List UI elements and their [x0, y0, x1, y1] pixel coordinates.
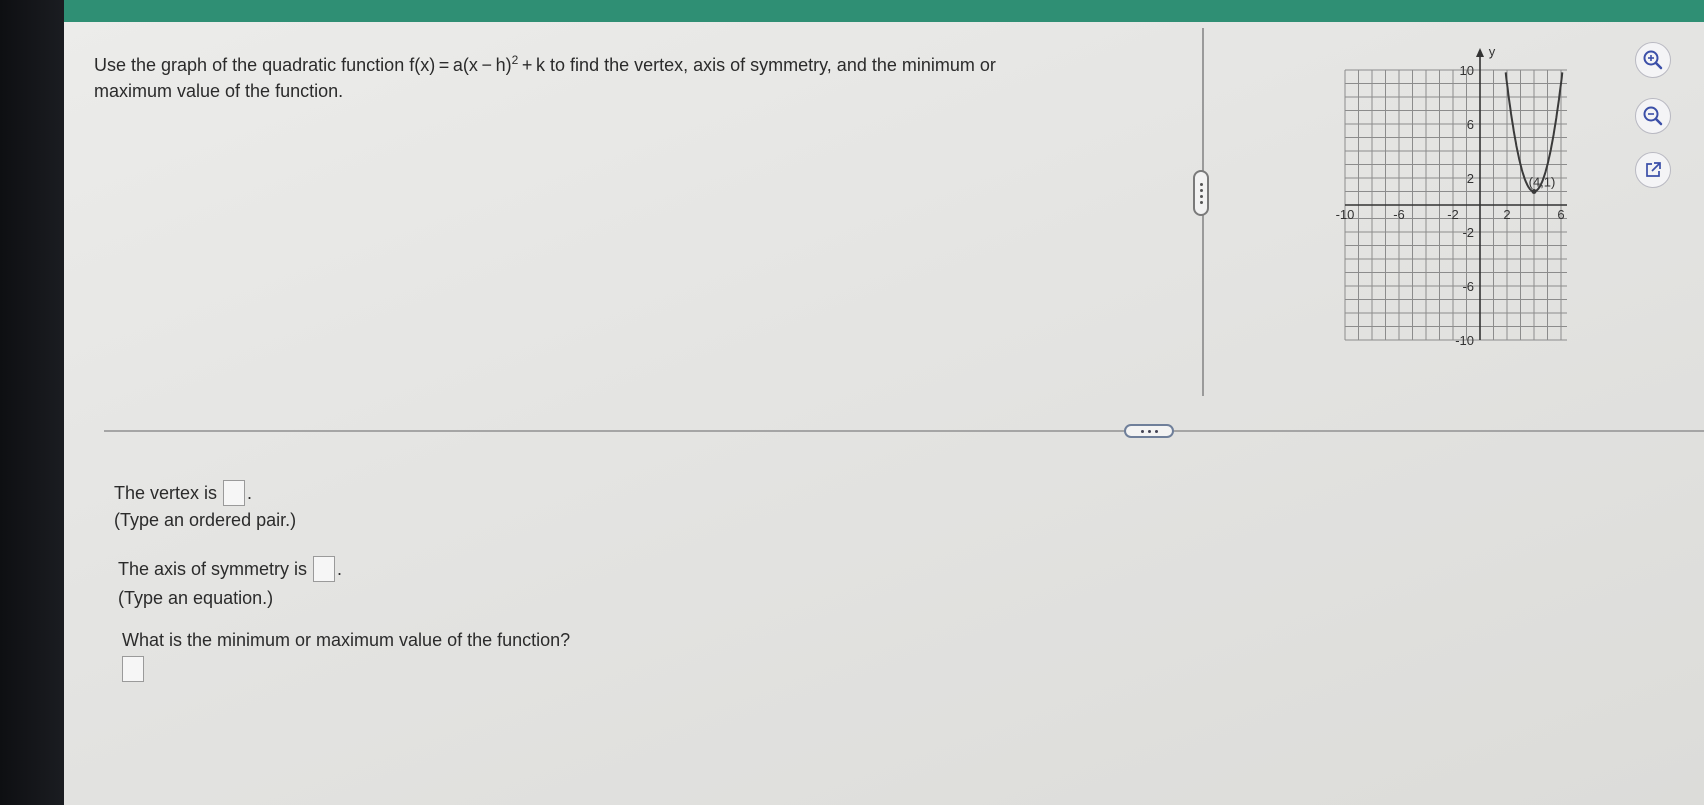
question-prefix: Use the graph of the quadratic function …: [94, 55, 512, 75]
zoom-in-button[interactable]: [1635, 42, 1671, 78]
vertex-label: (4,1): [1529, 175, 1556, 190]
top-bar: [64, 0, 1704, 22]
vertex-answer-input[interactable]: [223, 480, 246, 506]
axis-prompt: The axis of symmetry is: [118, 558, 308, 579]
question-line-2: maximum value of the function.: [94, 81, 344, 101]
vertex-prompt: The vertex is: [114, 482, 218, 503]
y-tick-label: 10: [1460, 63, 1474, 78]
y-tick-label: -10: [1455, 333, 1474, 348]
vertical-resize-handle[interactable]: [1193, 170, 1209, 216]
minmax-prompt: What is the minimum or maximum value of …: [122, 630, 571, 650]
axis-row: The axis of symmetry is .: [118, 556, 342, 582]
y-tick-label: -2: [1462, 225, 1474, 240]
y-axis-label: y: [1489, 44, 1496, 59]
external-link-icon: [1646, 162, 1661, 177]
vertex-hint: (Type an ordered pair.): [114, 510, 297, 530]
minmax-row: [122, 656, 144, 682]
vertex-period: .: [247, 482, 253, 503]
x-tick-label: 2: [1503, 207, 1510, 222]
x-tick-label: -10: [1336, 207, 1355, 222]
vertex-row: The vertex is .: [114, 480, 252, 506]
axis-answer-input[interactable]: [313, 556, 336, 582]
zoom-in-icon: [1643, 50, 1663, 70]
x-tick-label: 6: [1557, 207, 1564, 222]
zoom-out-button[interactable]: [1635, 98, 1671, 134]
quadratic-graph: xy-10-6-226101062-2-6-10(4,1): [1336, 44, 1567, 348]
question-suffix: + k to find the vertex, axis of symmetry…: [518, 55, 996, 75]
axis-period: .: [337, 558, 343, 579]
axis-hint: (Type an equation.): [118, 588, 274, 608]
question-text: Use the graph of the quadratic function …: [94, 52, 1174, 104]
y-tick-label: -6: [1462, 279, 1474, 294]
y-tick-label: 2: [1467, 171, 1474, 186]
minmax-answer-input[interactable]: [122, 656, 144, 682]
x-tick-label: -2: [1447, 207, 1459, 222]
vertex-point: [1531, 189, 1537, 194]
zoom-out-icon: [1643, 106, 1663, 126]
y-axis-arrow: [1476, 48, 1484, 57]
x-tick-label: -6: [1393, 207, 1405, 222]
y-tick-label: 6: [1467, 117, 1474, 132]
horizontal-resize-handle[interactable]: [1124, 424, 1174, 438]
screen: Use the graph of the quadratic function …: [64, 0, 1704, 805]
popout-button[interactable]: [1635, 152, 1671, 188]
horizontal-divider: [104, 430, 1704, 432]
